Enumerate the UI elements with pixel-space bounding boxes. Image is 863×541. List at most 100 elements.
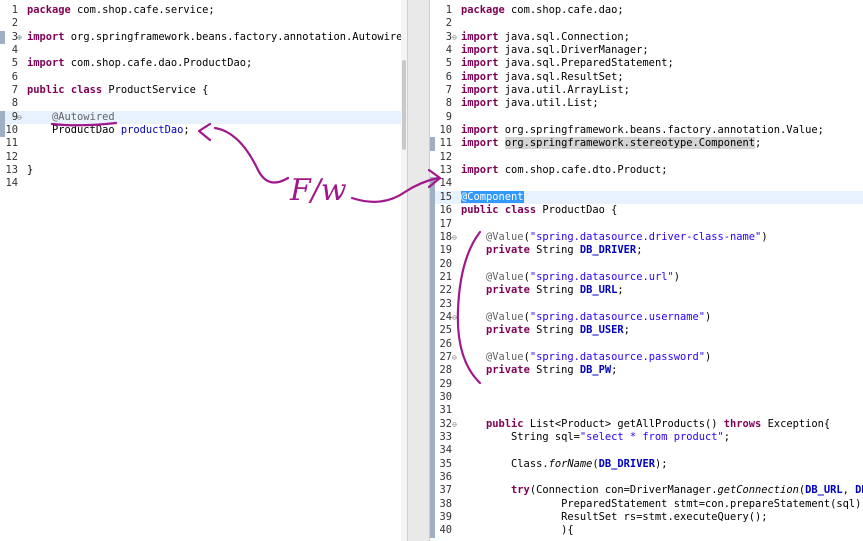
code-line[interactable]: 3 ⊖ import java.sql.Connection; — [430, 31, 863, 44]
code-line[interactable]: 13 import com.shop.cafe.dto.Product; — [430, 164, 863, 177]
fold-icon[interactable]: ⊖ — [452, 31, 457, 44]
line-number: 7 — [445, 84, 452, 97]
code-line[interactable]: 28 private String DB_PW; — [430, 364, 863, 378]
right-code-area[interactable]: 1 package com.shop.cafe.dao; 2 3 ⊖ import j… — [430, 4, 863, 538]
code-line[interactable]: 9 — [430, 111, 863, 124]
line-number: 30 — [439, 390, 452, 403]
line-number: 12 — [439, 150, 452, 163]
code-line[interactable]: 2 — [0, 17, 407, 30]
code-line[interactable]: 4 import java.sql.DriverManager; — [430, 44, 863, 57]
code-line[interactable]: 31 — [430, 404, 863, 418]
code-line[interactable]: 5 import java.sql.PreparedStatement; — [430, 57, 863, 70]
editor-split-divider[interactable] — [407, 0, 430, 541]
line-number: 9 — [445, 110, 452, 123]
code-line[interactable]: 27 ⊖ @Value("spring.datasource.password") — [430, 350, 863, 365]
line-number: 6 — [11, 70, 18, 83]
code-line[interactable]: 37 try(Connection con=DriverManager.getC… — [430, 484, 863, 498]
scroll-thumb[interactable] — [402, 60, 406, 150]
code-line[interactable]: 38 PreparedStatement stmt=con.prepareSta… — [430, 497, 863, 512]
line-number: 7 — [11, 84, 18, 97]
occurrence-highlight: org.springframework.stereotype.Component — [504, 137, 756, 150]
line-number: 12 — [5, 150, 18, 163]
code-line[interactable]: 7 import java.util.ArrayList; — [430, 84, 863, 97]
line-number: 20 — [439, 257, 452, 270]
code-line[interactable]: 10 ProductDao productDao; — [0, 124, 407, 138]
code-line[interactable]: 21 @Value("spring.datasource.url") — [430, 270, 863, 285]
code-line[interactable]: 23 — [430, 297, 863, 311]
line-number: 13 — [5, 164, 18, 177]
code-line[interactable]: 19 private String DB_DRIVER; — [430, 244, 863, 258]
line-number: 17 — [439, 217, 452, 230]
line-number: 1 — [11, 4, 18, 16]
component-annotation-selected: @Component — [461, 190, 524, 203]
code-line[interactable]: 12 — [430, 151, 863, 164]
code-line[interactable]: 30 — [430, 390, 863, 405]
line-number: 19 — [439, 244, 452, 257]
code-line[interactable]: 32 ⊖ public List<Product> getAllProducts(… — [430, 417, 863, 431]
line-number: 11 — [5, 137, 18, 150]
code-line[interactable]: 22 private String DB_URL; — [430, 284, 863, 298]
code-text: @Autowired — [27, 111, 115, 124]
code-line-current[interactable]: 9 ⊖ @Autowired — [0, 110, 407, 125]
line-number: 1 — [445, 4, 452, 16]
code-line[interactable]: 3 ⊕ import org.springframework.beans.facto… — [0, 30, 407, 45]
fold-icon[interactable]: ⊖ — [452, 311, 457, 324]
fold-icon[interactable]: ⊖ — [452, 351, 457, 364]
code-line[interactable]: 20 — [430, 257, 863, 271]
right-editor-pane[interactable]: 1 package com.shop.cafe.dao; 2 3 ⊖ import j… — [430, 0, 863, 541]
code-line[interactable]: 24 ⊖ @Value("spring.datasource.username") — [430, 310, 863, 325]
code-line[interactable]: 39 ResultSet rs=stmt.executeQuery(); — [430, 511, 863, 525]
left-editor-pane[interactable]: 1 package com.shop.cafe.service; 2 3 ⊕ impo… — [0, 0, 407, 541]
code-line[interactable]: 14 — [430, 177, 863, 191]
code-line[interactable]: 13} — [0, 164, 407, 177]
line-number: 2 — [445, 17, 452, 30]
code-line[interactable]: 35 Class.forName(DB_DRIVER); — [430, 457, 863, 472]
code-line[interactable]: 8 import java.util.List; — [430, 97, 863, 110]
code-line[interactable]: 26 — [430, 337, 863, 351]
code-line[interactable]: 4 — [0, 44, 407, 57]
line-number: 34 — [439, 444, 452, 457]
line-number: 37 — [439, 484, 452, 497]
line-number: 38 — [439, 497, 452, 510]
code-line[interactable]: 6 — [0, 71, 407, 84]
line-number: 13 — [439, 164, 452, 177]
code-line[interactable]: 2 — [430, 17, 863, 30]
code-line[interactable]: 10 import org.springframework.beans.facto… — [430, 124, 863, 137]
code-text: public class ProductService { — [27, 84, 209, 97]
code-text: package com.shop.cafe.service; — [27, 4, 215, 16]
left-code-area[interactable]: 1 package com.shop.cafe.service; 2 3 ⊕ impo… — [0, 4, 407, 191]
code-line[interactable]: 5 import com.shop.cafe.dao.ProductDao; — [0, 57, 407, 70]
line-number: 8 — [445, 97, 452, 110]
code-line[interactable]: 29 — [430, 377, 863, 391]
code-line[interactable]: 1 package com.shop.cafe.dao; — [430, 4, 863, 17]
code-line[interactable]: 25 private String DB_USER; — [430, 324, 863, 338]
code-line[interactable]: 36 — [430, 471, 863, 485]
line-number: 4 — [445, 44, 452, 57]
code-line[interactable]: 11 — [0, 137, 407, 150]
code-text: import com.shop.cafe.dao.ProductDao; — [27, 57, 253, 70]
fold-icon[interactable]: ⊖ — [452, 418, 457, 431]
fold-icon[interactable]: ⊖ — [452, 231, 457, 244]
code-text: import org.springframework.beans.factory… — [27, 30, 407, 43]
code-line-current[interactable]: 15 @Component — [430, 190, 863, 205]
code-line[interactable]: 17 — [430, 217, 863, 231]
code-line[interactable]: 1 package com.shop.cafe.service; — [0, 4, 407, 17]
line-number: 11 — [439, 137, 452, 150]
line-number: 4 — [11, 44, 18, 57]
code-line[interactable]: 33 String sql="select * from product"; — [430, 431, 863, 445]
code-line[interactable]: 11 import org.springframework.stereotype.… — [430, 137, 863, 151]
code-line[interactable]: 18 ⊖ @Value("spring.datasource.driver-cla… — [430, 230, 863, 245]
code-line[interactable]: 12 — [0, 151, 407, 164]
code-line[interactable]: 34 — [430, 444, 863, 458]
code-line[interactable]: 16 public class ProductDao { — [430, 204, 863, 218]
code-line[interactable]: 14 — [0, 177, 407, 190]
fold-icon[interactable]: ⊖ — [17, 111, 22, 124]
code-line[interactable]: 40 ){ — [430, 524, 863, 538]
code-line[interactable]: 8 — [0, 97, 407, 110]
code-line[interactable]: 7 public class ProductService { — [0, 84, 407, 97]
code-line[interactable]: 6 import java.sql.ResultSet; — [430, 71, 863, 84]
line-number: 8 — [11, 97, 18, 110]
fold-icon[interactable]: ⊕ — [17, 31, 22, 44]
autowired-annotation: @Autowired — [52, 110, 115, 123]
token-package: package — [27, 4, 71, 16]
